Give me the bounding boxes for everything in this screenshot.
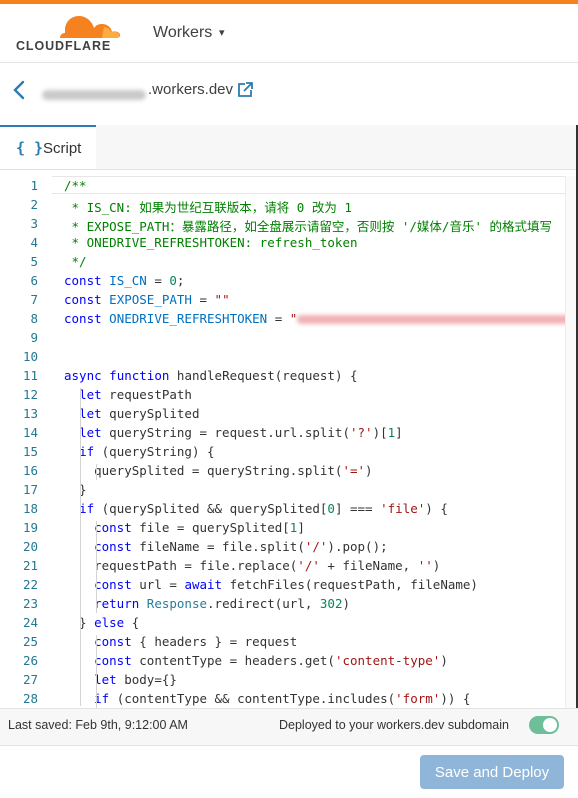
code-line: * EXPOSE_PATH：暴露路径，如全盘展示请留空，否则按 '/媒体/音乐'… [64, 219, 553, 234]
cloud-icon [60, 16, 120, 38]
indent-guide [96, 521, 97, 613]
line-number: 18 [22, 501, 38, 516]
indent-guide [96, 635, 97, 708]
line-number: 14 [22, 425, 38, 440]
worker-subheader: .workers.dev [0, 63, 578, 123]
cloudflare-logo[interactable]: CLOUDFLARE [16, 14, 126, 56]
back-chevron-icon[interactable] [12, 79, 26, 107]
code-line: querySplited = queryString.split('=') [64, 463, 373, 478]
code-line: const contentType = headers.get('content… [94, 653, 448, 668]
code-line: if (contentType && contentType.includes(… [94, 691, 471, 706]
line-number: 16 [22, 463, 38, 478]
line-number: 4 [30, 235, 38, 250]
indent-guide [96, 464, 97, 480]
current-line-highlight [52, 176, 578, 194]
code-line: async function handleRequest(request) { [64, 368, 358, 383]
code-line: if (queryString) { [79, 444, 215, 459]
code-editor[interactable]: 1 2 3 4 5 6 7 8 9 10 11 12 13 14 15 16 17 18 19 20 21 22 23 24 2… [0, 170, 578, 708]
line-number: 7 [30, 292, 38, 307]
line-number: 1 [30, 178, 38, 193]
code-line: * IS_CN: 如果为世纪互联版本，请将 0 改为 1 [64, 200, 352, 215]
code-line: const ONEDRIVE_REFRESHTOKEN = " [64, 311, 578, 326]
code-line: /** [64, 178, 87, 193]
line-number: 15 [22, 444, 38, 459]
code-line: } [64, 482, 87, 497]
redacted-refresh-token [297, 315, 578, 324]
line-number: 9 [30, 330, 38, 345]
tab-script-label: Script [43, 140, 82, 157]
product-switcher-label[interactable]: Workers [153, 24, 212, 42]
line-number: 3 [30, 216, 38, 231]
line-number: 26 [22, 653, 38, 668]
line-number: 13 [22, 406, 38, 421]
line-number: 2 [30, 197, 38, 212]
deploy-subdomain-toggle[interactable] [529, 716, 559, 734]
line-number: 11 [22, 368, 38, 383]
editor-tabbar: { } Script [0, 125, 578, 170]
code-line: const fileName = file.split('/').pop(); [94, 539, 388, 554]
worker-domain-suffix[interactable]: .workers.dev [148, 81, 233, 98]
line-number: 20 [22, 539, 38, 554]
line-number: 28 [22, 691, 38, 706]
line-number: 17 [22, 482, 38, 497]
line-number: 24 [22, 615, 38, 630]
line-number-gutter: 1 2 3 4 5 6 7 8 9 10 11 12 13 14 15 16 17 18 19 20 21 22 23 24 2… [0, 170, 52, 708]
indent-guide [80, 388, 81, 706]
code-line: let requestPath [79, 387, 192, 402]
line-number: 6 [30, 273, 38, 288]
braces-icon: { } [16, 139, 44, 157]
code-line: */ [64, 254, 87, 269]
line-number: 12 [22, 387, 38, 402]
line-number: 25 [22, 634, 38, 649]
status-bar: Last saved: Feb 9th, 9:12:00 AM Deployed… [0, 708, 578, 745]
line-number: 23 [22, 596, 38, 611]
line-number: 22 [22, 577, 38, 592]
code-line: let querySplited [79, 406, 200, 421]
code-line: const file = querySplited[1] [94, 520, 305, 535]
deployed-label: Deployed to your workers.dev subdomain [279, 718, 509, 732]
code-line: const IS_CN = 0; [64, 273, 185, 288]
footer-actions: Save and Deploy [0, 745, 578, 798]
line-number: 21 [22, 558, 38, 573]
line-number: 5 [30, 254, 38, 269]
line-number: 8 [30, 311, 38, 326]
external-link-icon[interactable] [236, 81, 254, 99]
code-line: } else { [79, 615, 140, 630]
code-line: const EXPOSE_PATH = "" [64, 292, 230, 307]
last-saved-text: Last saved: Feb 9th, 9:12:00 AM [8, 718, 188, 732]
code-line: return Response.redirect(url, 302) [94, 596, 351, 611]
code-line: if (querySplited && querySplited[0] === … [79, 501, 448, 516]
code-line: let queryString = request.url.split('?')… [79, 425, 403, 440]
code-line: const url = await fetchFiles(requestPath… [94, 577, 478, 592]
code-line: requestPath = file.replace('/' + fileNam… [64, 558, 441, 573]
save-and-deploy-button[interactable]: Save and Deploy [420, 755, 564, 789]
redacted-worker-name [42, 90, 146, 100]
top-header: CLOUDFLARE Workers ▾ [0, 4, 578, 63]
toggle-knob [543, 718, 557, 732]
line-number: 10 [22, 349, 38, 364]
tab-script[interactable]: { } Script [0, 125, 96, 169]
caret-down-icon[interactable]: ▾ [219, 26, 225, 39]
line-number: 19 [22, 520, 38, 535]
logo-text: CLOUDFLARE [16, 39, 112, 53]
code-line: const { headers } = request [94, 634, 298, 649]
line-number: 27 [22, 672, 38, 687]
code-line: * ONEDRIVE_REFRESHTOKEN: refresh_token [64, 235, 358, 250]
